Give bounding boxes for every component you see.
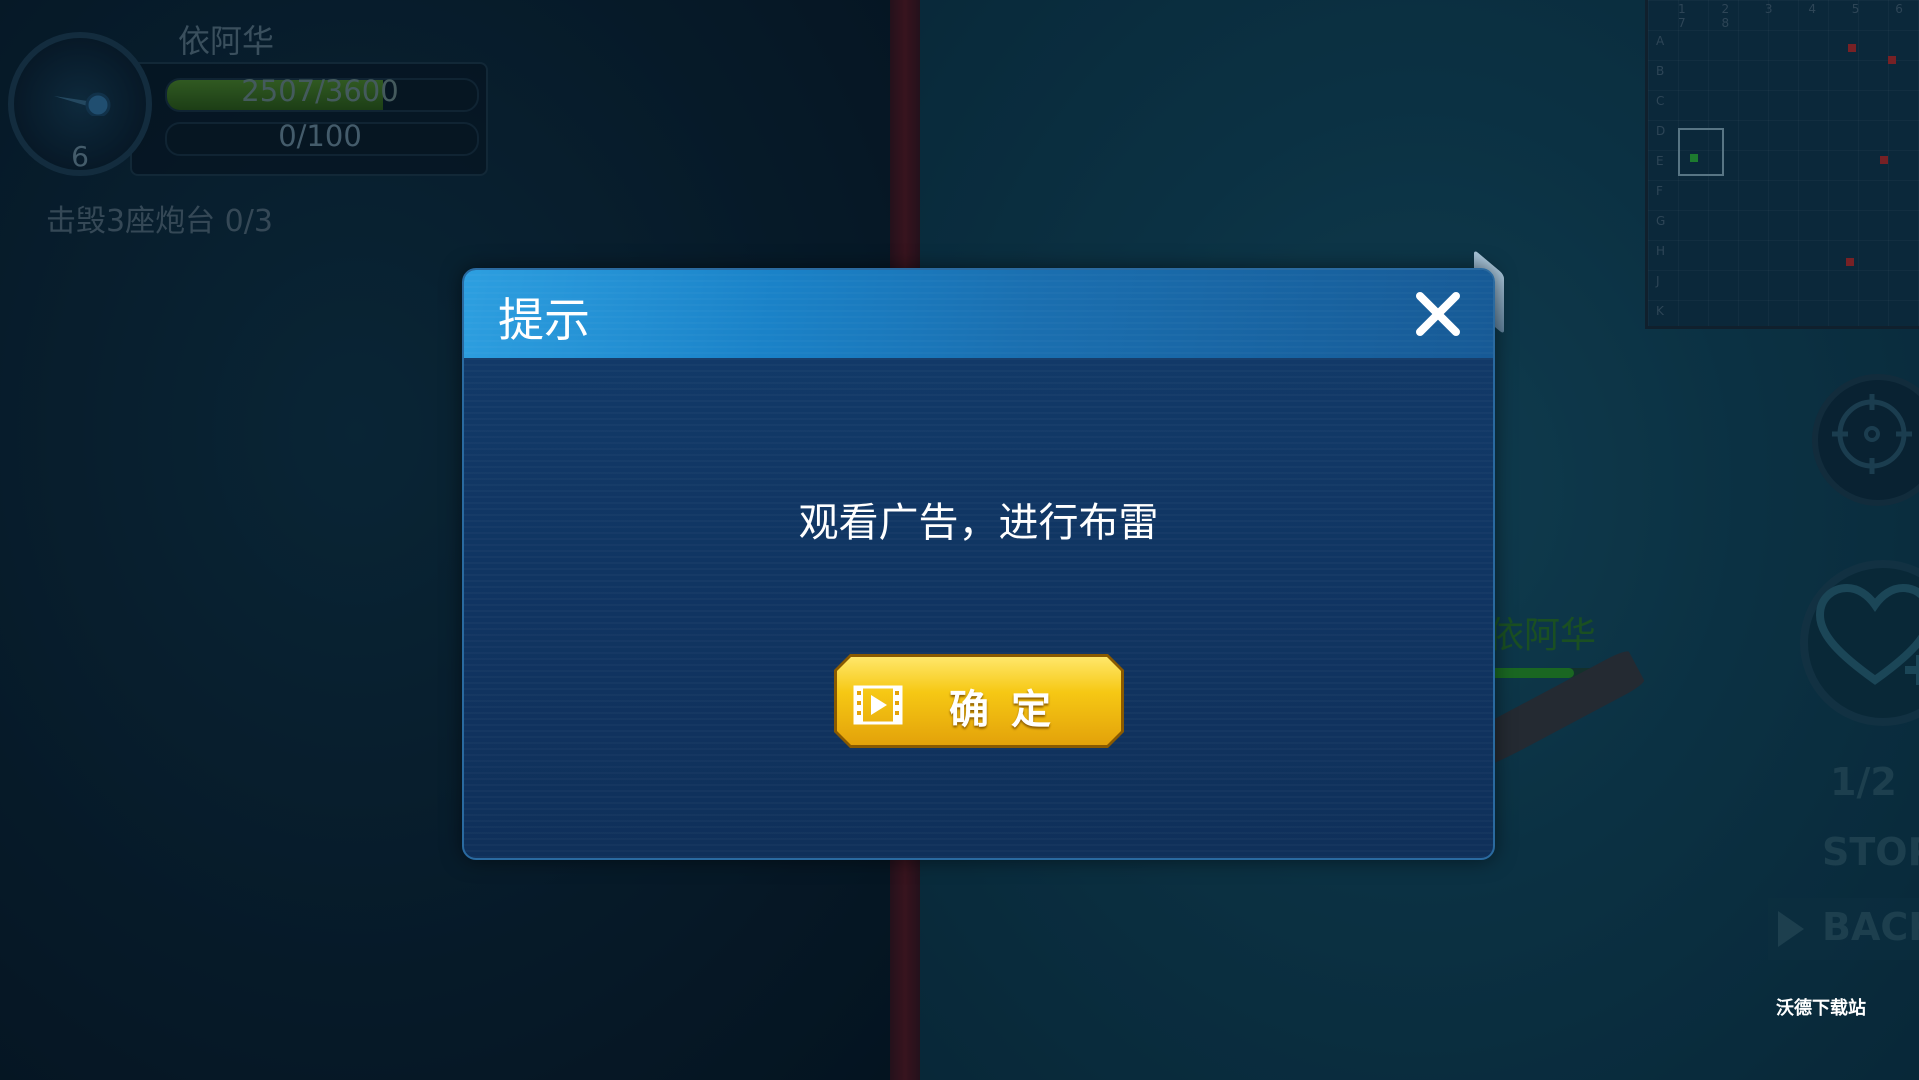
- confirm-button-label: 确定: [949, 687, 1073, 733]
- video-ad-icon: [853, 685, 903, 725]
- dialog-header: [464, 270, 1493, 358]
- confirm-button-face: 确定: [837, 657, 1121, 745]
- game-scene: 依阿华 6 依阿华 2507/3600 0/100 击毁3座炮台 0/3 1 2…: [0, 0, 1919, 1080]
- dialog-body: 提示 观看广告，进行布雷: [462, 268, 1495, 860]
- close-icon: [1416, 292, 1460, 336]
- close-button[interactable]: [1410, 286, 1466, 342]
- confirm-button[interactable]: 确定: [834, 654, 1124, 748]
- watermark: 沃德下载站: [1776, 998, 1866, 1019]
- dialog-message: 观看广告，进行布雷: [798, 500, 1159, 546]
- hint-dialog: 提示 观看广告，进行布雷 确定: [462, 249, 1504, 860]
- dialog-title: 提示: [498, 293, 590, 347]
